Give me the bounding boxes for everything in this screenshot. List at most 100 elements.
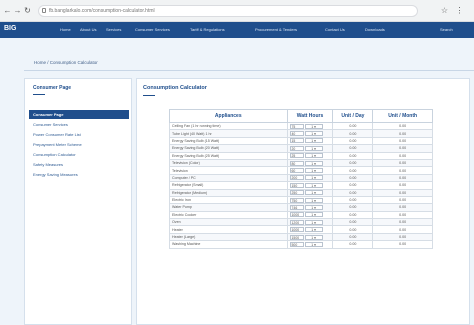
watt-input[interactable]: 200 — [289, 175, 304, 181]
watt-hours-cell: 15 1 ▾ — [286, 136, 334, 146]
nav-link-consumer-services[interactable]: Consumer Services — [135, 27, 170, 32]
hours-select[interactable]: 1 ▾ — [304, 153, 323, 159]
watt-input[interactable]: 80 — [289, 160, 304, 166]
hours-select[interactable]: 1 ▾ — [304, 182, 323, 188]
sidebar: Consumer Page Consumer Page Consumer Ser… — [24, 78, 132, 325]
nav-link-procurement[interactable]: Procurement & Tenders — [255, 27, 297, 32]
table-row: Heater 1000 1 ▾ 0.00 0.00 — [169, 225, 433, 234]
watt-input[interactable]: 750 — [289, 197, 304, 203]
appliance-name: Energy Saving Bulb (15 Watt) — [169, 136, 288, 146]
watt-input[interactable]: 1000 — [289, 227, 304, 233]
chevron-down-icon: ▾ — [313, 205, 316, 210]
unit-day-cell: 0.00 — [332, 166, 374, 175]
hours-select[interactable]: 1 ▾ — [304, 160, 323, 166]
unit-day-cell: 0.00 — [332, 136, 374, 146]
unit-month-cell: 0.00 — [372, 195, 433, 205]
nav-link-services[interactable]: Services — [106, 27, 121, 32]
nav-link-about[interactable]: About Us — [80, 27, 96, 32]
hours-select[interactable]: 1 ▾ — [304, 227, 323, 233]
sidebar-item-calculator[interactable]: Consumption Calculator — [29, 150, 129, 159]
table-row: Oven 1200 1 ▾ 0.00 0.00 — [169, 218, 433, 227]
appliance-name: Ceiling Fan (1 hr running time) — [169, 121, 288, 131]
table-row: Washing Machine 500 1 ▾ 0.00 0.00 — [169, 240, 433, 249]
arrow-right-icon[interactable]: → — [13, 6, 22, 15]
watt-hours-cell: 1000 1 ▾ — [286, 225, 334, 234]
hours-select[interactable]: 1 ▾ — [304, 190, 323, 196]
watt-hours-cell: 150 1 ▾ — [286, 181, 334, 190]
table-row: Energy Saving Bulb (20 Watt) 20 1 ▾ 0.00 0.0… — [169, 144, 433, 153]
hours-select[interactable]: 1 ▾ — [304, 241, 323, 247]
chevron-down-icon: ▾ — [313, 213, 316, 218]
sidebar-item-consumer-page[interactable]: Consumer Page — [29, 110, 129, 119]
nav-link-tariff[interactable]: Tariff & Regulations — [190, 27, 225, 32]
site-navbar: BIG Home About Us Services Consumer Serv… — [0, 22, 474, 38]
appliance-name: Heater — [169, 225, 288, 234]
watt-hours-cell: 25 1 ▾ — [286, 151, 334, 160]
appliance-name: Television — [169, 166, 288, 175]
nav-link-contact[interactable]: Contact Us — [325, 27, 345, 32]
unit-month-cell: 0.00 — [372, 188, 433, 197]
hours-select[interactable]: 1 ▾ — [304, 138, 323, 144]
unit-month-cell: 0.00 — [372, 136, 433, 146]
watt-input[interactable]: 1200 — [289, 219, 304, 225]
site-logo[interactable]: BIG — [4, 25, 16, 32]
sidebar-title: Consumer Page — [33, 85, 72, 91]
hours-select[interactable]: 1 ▾ — [304, 168, 323, 174]
hours-select[interactable]: 1 ▾ — [304, 234, 323, 240]
watt-input[interactable]: 746 — [289, 204, 304, 210]
hours-select[interactable]: 1 ▾ — [304, 145, 323, 151]
address-bar[interactable]: fb.banglarkalo.com/consumption-calculato… — [38, 5, 418, 17]
menu-icon[interactable]: ⋮ — [455, 6, 464, 15]
watt-input[interactable]: 40 — [289, 131, 304, 137]
sidebar-item-consumer-services[interactable]: Consumer Services — [29, 120, 129, 129]
arrow-left-icon[interactable]: ← — [3, 6, 12, 15]
hours-select[interactable]: 1 ▾ — [304, 204, 323, 210]
reload-icon[interactable]: ↻ — [23, 6, 32, 15]
appliance-name: Refrigerator (Small) — [169, 181, 288, 190]
watt-input[interactable]: 25 — [289, 153, 304, 159]
unit-month-cell: 0.00 — [372, 129, 433, 138]
appliance-name: Computer / PC — [169, 173, 288, 183]
breadcrumb[interactable]: Home / Consumption Calculator — [34, 60, 98, 65]
unit-month-cell: 0.00 — [372, 218, 433, 227]
chevron-down-icon: ▾ — [313, 161, 316, 166]
nav-link-downloads[interactable]: Downloads — [365, 27, 385, 32]
watt-input[interactable]: 60 — [289, 168, 304, 174]
unit-month-cell: 0.00 — [372, 151, 433, 160]
sidebar-item-rate-list[interactable]: Power Consumer Rate List — [29, 130, 129, 139]
watt-input[interactable]: 150 — [289, 182, 304, 188]
watt-input[interactable]: 75 — [289, 123, 304, 129]
watt-input[interactable]: 500 — [289, 241, 304, 247]
sidebar-item-safety[interactable]: Safety Measures — [29, 160, 129, 169]
watt-input[interactable]: 250 — [289, 190, 304, 196]
hours-select[interactable]: 1 ▾ — [304, 219, 323, 225]
lock-icon — [42, 8, 46, 13]
sidebar-item-energy-saving[interactable]: Energy Saving Measures — [29, 170, 129, 179]
chevron-down-icon: ▾ — [313, 242, 316, 247]
hours-select[interactable]: 1 ▾ — [304, 212, 323, 218]
watt-input[interactable]: 1000 — [289, 212, 304, 218]
star-icon[interactable]: ☆ — [440, 6, 449, 15]
watt-input[interactable]: 15 — [289, 138, 304, 144]
watt-hours-cell: 80 1 ▾ — [286, 158, 334, 168]
hours-select[interactable]: 1 ▾ — [304, 123, 323, 129]
watt-input[interactable]: 20 — [289, 145, 304, 151]
watt-hours-cell: 1500 1 ▾ — [286, 232, 334, 242]
chevron-down-icon: ▾ — [313, 146, 316, 151]
main-panel: Consumption Calculator Appliances Watt H… — [136, 78, 470, 325]
hours-select[interactable]: 1 ▾ — [304, 131, 323, 137]
nav-link-search[interactable]: Search — [440, 27, 453, 32]
chevron-down-icon: ▾ — [313, 132, 316, 137]
watt-input[interactable]: 1500 — [289, 234, 304, 240]
sidebar-item-prepayment[interactable]: Prepayment Meter Scheme — [29, 140, 129, 149]
calculator-table: Appliances Watt Hours Unit / Day Unit / … — [169, 109, 433, 249]
unit-day-cell: 0.00 — [332, 210, 374, 220]
appliance-name: Heater (Large) — [169, 232, 288, 242]
unit-day-cell: 0.00 — [332, 144, 374, 153]
nav-link-home[interactable]: Home — [60, 27, 71, 32]
hours-select[interactable]: 1 ▾ — [304, 175, 323, 181]
appliance-name: Washing Machine — [169, 240, 288, 249]
watt-hours-cell: 75 1 ▾ — [286, 121, 334, 131]
appliance-name: Water Pump — [169, 203, 288, 212]
hours-select[interactable]: 1 ▾ — [304, 197, 323, 203]
